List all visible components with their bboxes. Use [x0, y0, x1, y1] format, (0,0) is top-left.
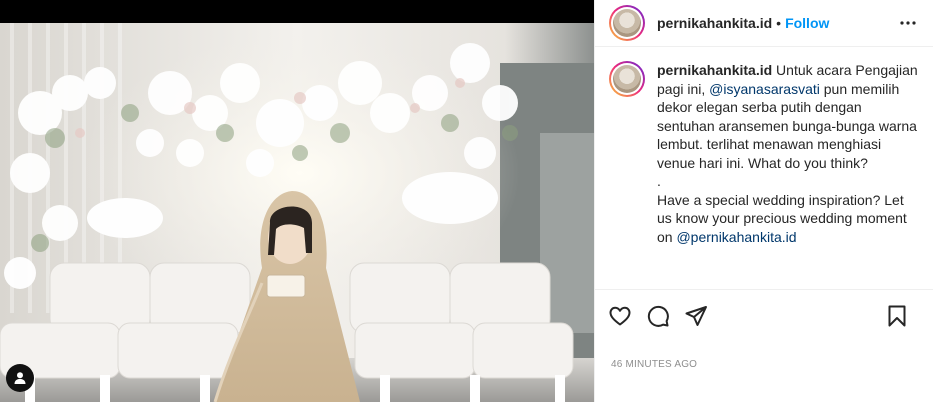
bookmark-icon [888, 305, 906, 327]
post-media[interactable] [0, 0, 594, 402]
like-button[interactable] [606, 302, 634, 330]
more-options-icon[interactable] [899, 14, 917, 32]
caption-username[interactable]: pernikahankita.id [657, 62, 772, 78]
share-button[interactable] [682, 302, 710, 330]
comment-icon [647, 305, 669, 327]
author-avatar[interactable] [609, 5, 645, 41]
mention-link[interactable]: @isyanasarasvati [709, 81, 820, 97]
follow-button[interactable]: Follow [785, 15, 829, 31]
post-sidebar: pernikahankita.id • Follow pernikahankit… [594, 0, 933, 402]
user-tag-button[interactable] [6, 364, 34, 392]
caption: pernikahankita.id Untuk acara Pengajian … [595, 61, 933, 291]
mention-link[interactable]: @pernikahankita.id [676, 229, 796, 245]
divider [595, 289, 933, 290]
separator-dot: • [776, 15, 782, 31]
caption-text: pernikahankita.id Untuk acara Pengajian … [657, 61, 919, 291]
author-username[interactable]: pernikahankita.id [657, 15, 772, 31]
user-tag-icon [14, 372, 26, 384]
paper-plane-icon [685, 306, 707, 326]
post-photo [0, 23, 594, 402]
caption-body-2: pun memilih dekor elegan serba putih den… [657, 80, 917, 245]
caption-avatar[interactable] [609, 61, 645, 97]
heart-icon [609, 306, 631, 326]
post: pernikahankita.id • Follow pernikahankit… [0, 0, 933, 402]
post-header: pernikahankita.id • Follow [595, 0, 933, 47]
action-bar [595, 296, 933, 336]
comment-button[interactable] [644, 302, 672, 330]
post-timestamp: 46 MINUTES AGO [611, 359, 698, 370]
save-button[interactable] [883, 302, 911, 330]
